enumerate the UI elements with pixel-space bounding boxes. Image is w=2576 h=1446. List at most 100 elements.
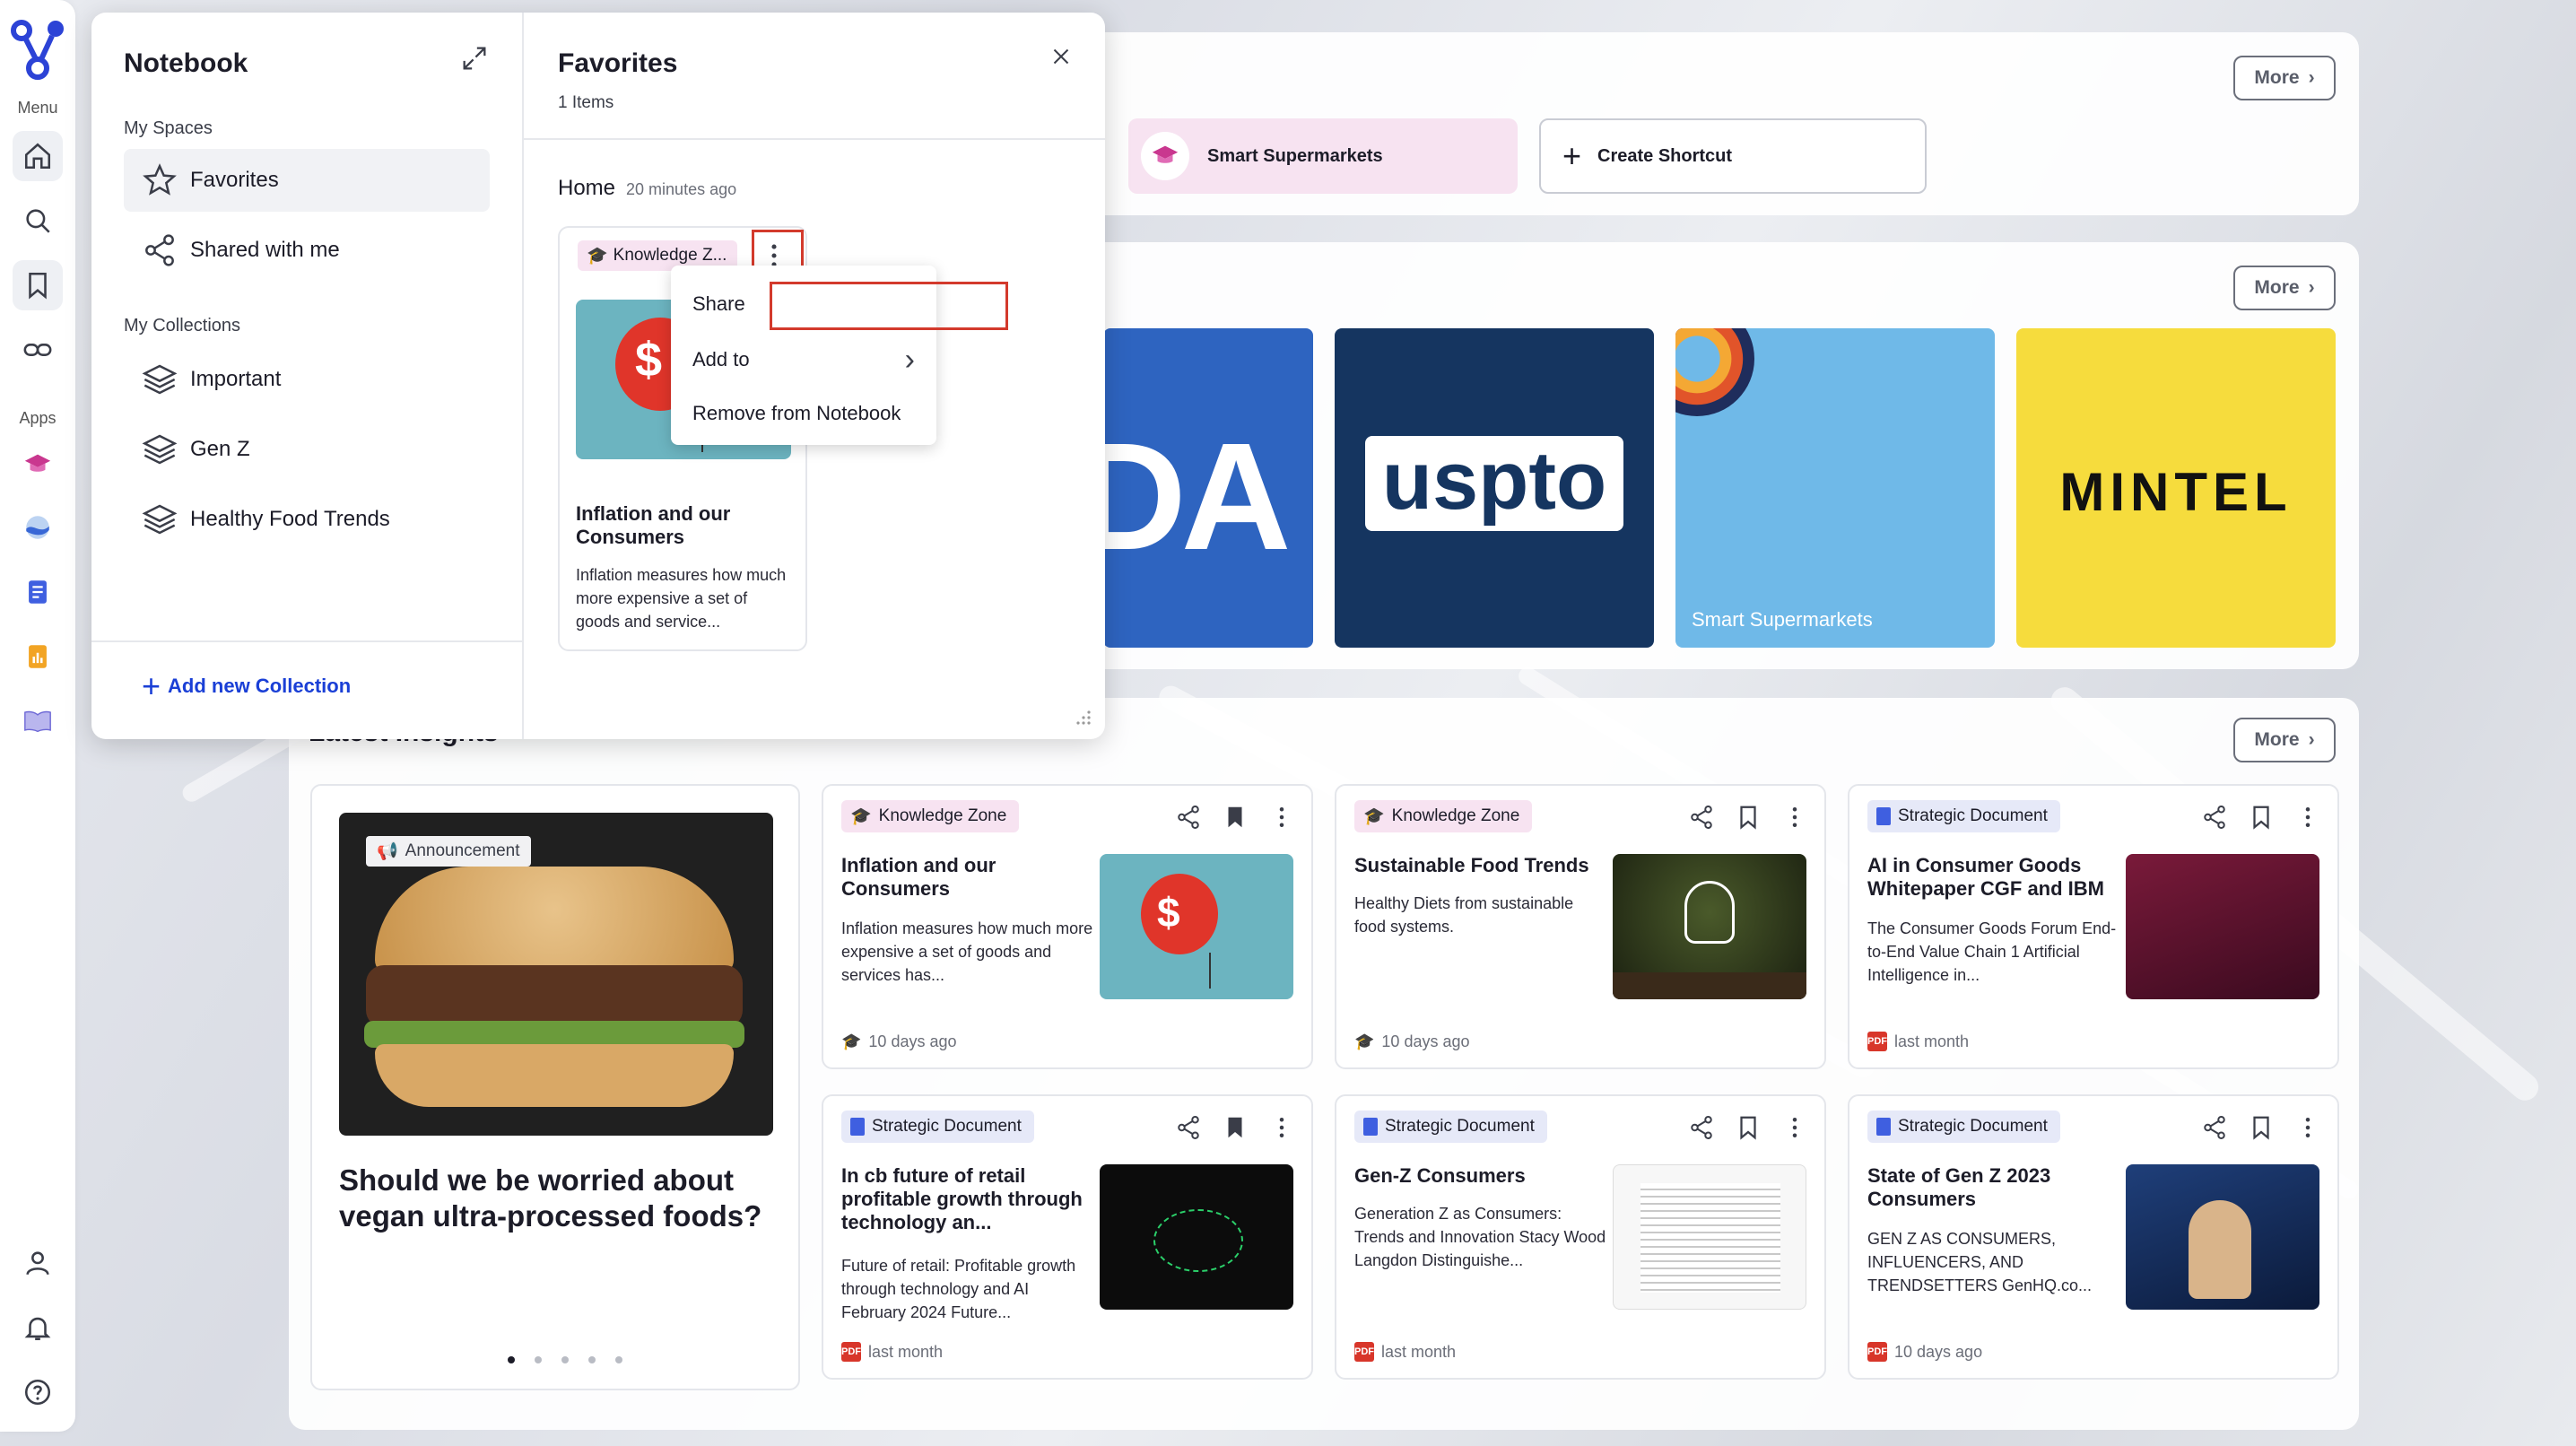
collection-healthy-food-trends[interactable]: Healthy Food Trends: [124, 488, 490, 551]
share-icon[interactable]: [1175, 804, 1202, 831]
graduation-cap-icon: 🎓: [850, 807, 872, 826]
chevron-right-icon: ›: [904, 342, 915, 377]
bookmark-filled-icon[interactable]: [1222, 804, 1249, 831]
expand-icon[interactable]: [459, 43, 490, 74]
carousel-dot[interactable]: [588, 1356, 596, 1363]
graduation-cap-icon: [24, 454, 51, 472]
close-icon[interactable]: [1048, 43, 1075, 70]
menu-remove-from-notebook[interactable]: Remove from Notebook: [676, 389, 931, 438]
share-icon[interactable]: [2201, 1114, 2228, 1141]
more-vertical-icon[interactable]: [1781, 1114, 1808, 1141]
card-description: GEN Z AS CONSUMERS, INFLUENCERS, AND TRE…: [1867, 1230, 2093, 1294]
group-header: Home 20 minutes ago: [558, 176, 736, 201]
space-label: Shared with me: [190, 238, 340, 262]
links-nav-button[interactable]: [13, 325, 63, 375]
app-logo-icon[interactable]: [9, 18, 66, 81]
more-vertical-icon[interactable]: [1268, 1114, 1295, 1141]
collection-label: Healthy Food Trends: [190, 507, 390, 531]
tag-label: Strategic Document: [1898, 806, 2048, 825]
more-vertical-icon[interactable]: [2294, 804, 2321, 831]
create-shortcut-label: Create Shortcut: [1597, 145, 1733, 166]
bookmark-icon[interactable]: [1735, 804, 1762, 831]
carousel-dot[interactable]: [535, 1356, 542, 1363]
more-vertical-icon[interactable]: [2294, 1114, 2321, 1141]
rainbow-logo-icon: [1675, 328, 1754, 416]
resize-handle-icon[interactable]: [1071, 705, 1092, 727]
help-nav-button[interactable]: [13, 1367, 63, 1417]
share-icon[interactable]: [1175, 1114, 1202, 1141]
bookmark-filled-icon[interactable]: [1222, 1114, 1249, 1141]
tile-label: DA: [1103, 412, 1292, 582]
source-tile-da[interactable]: DA: [1103, 328, 1313, 648]
graduation-cap-icon: 🎓: [1354, 1032, 1375, 1050]
share-icon[interactable]: [1688, 804, 1715, 831]
source-tile-uspto[interactable]: uspto: [1335, 328, 1654, 648]
collection-important[interactable]: Important: [124, 348, 490, 411]
knowledge-zone-app-button[interactable]: [13, 440, 63, 490]
tag-label: Knowledge Zone: [1391, 806, 1520, 825]
insight-card[interactable]: Strategic Document State of Gen Z 2023 C…: [1848, 1094, 2339, 1380]
megaphone-icon: 📢: [377, 842, 398, 861]
more-vertical-icon[interactable]: [1781, 804, 1808, 831]
chevron-right-icon: ›: [2308, 729, 2315, 750]
space-favorites[interactable]: Favorites: [124, 149, 490, 212]
share-icon[interactable]: [2201, 804, 2228, 831]
space-shared-with-me[interactable]: Shared with me: [124, 219, 490, 282]
source-tile-smart-supermarkets[interactable]: Smart Supermarkets: [1675, 328, 1995, 648]
carousel-dot[interactable]: [615, 1356, 622, 1363]
knowledge-zone-tag: 🎓 Knowledge Zone: [841, 800, 1020, 832]
insight-card[interactable]: Strategic Document Gen-Z Consumers Gener…: [1335, 1094, 1826, 1380]
reports-app-button[interactable]: [13, 632, 63, 682]
search-nav-button[interactable]: [13, 196, 63, 246]
document-icon: [1876, 1118, 1891, 1136]
notifications-nav-button[interactable]: [13, 1302, 63, 1353]
my-spaces-label: My Spaces: [124, 118, 213, 138]
card-description: Healthy Diets from sustainable food syst…: [1354, 894, 1574, 936]
insight-card[interactable]: Strategic Document In cb future of retai…: [822, 1094, 1313, 1380]
home-nav-button[interactable]: [13, 131, 63, 181]
gen-z-paper-thumbnail: [1613, 1164, 1806, 1310]
documents-app-button[interactable]: [13, 567, 63, 617]
insights-more-button[interactable]: More ›: [2233, 718, 2336, 762]
profile-nav-button[interactable]: [13, 1238, 63, 1288]
carousel-dot-active[interactable]: [508, 1356, 515, 1363]
source-tile-mintel[interactable]: MINTEL: [2016, 328, 2336, 648]
document-icon: [1876, 807, 1891, 825]
bookmark-icon[interactable]: [2248, 1114, 2275, 1141]
lightbulb-thumbnail: [1613, 854, 1806, 999]
bookmark-icon[interactable]: [1735, 1114, 1762, 1141]
favorites-count: 1 Items: [558, 93, 614, 112]
shortcuts-more-button[interactable]: More ›: [2233, 56, 2336, 100]
sources-more-button[interactable]: More ›: [2233, 266, 2336, 310]
collection-gen-z[interactable]: Gen Z: [124, 418, 490, 481]
star-icon: [143, 163, 177, 196]
menu-label: Remove from Notebook: [692, 402, 901, 424]
collection-label: Gen Z: [190, 437, 250, 461]
group-label: Home: [558, 176, 616, 200]
add-collection-button[interactable]: + Add new Collection: [142, 670, 351, 702]
graduation-cap-icon: [1141, 132, 1189, 180]
shortcut-smart-supermarkets[interactable]: Smart Supermarkets: [1128, 118, 1518, 194]
insight-card[interactable]: Strategic Document AI in Consumer Goods …: [1848, 784, 2339, 1069]
card-time: 10 days ago: [1894, 1342, 1983, 1361]
share-icon[interactable]: [1688, 1114, 1715, 1141]
tile-label: Smart Supermarkets: [1692, 608, 1873, 631]
bell-icon: [24, 1317, 51, 1341]
bookmark-icon: [29, 272, 47, 300]
tile-label: MINTEL: [2059, 462, 2293, 522]
notebook-nav-button[interactable]: [13, 260, 63, 310]
create-shortcut-button[interactable]: + Create Shortcut: [1539, 118, 1927, 194]
plus-icon: +: [1562, 137, 1582, 174]
bookmark-icon[interactable]: [2248, 804, 2275, 831]
wave-app-button[interactable]: [13, 502, 63, 553]
carousel-dot[interactable]: [561, 1356, 569, 1363]
announcement-card[interactable]: 📢 Announcement Should we be worried abou…: [310, 784, 800, 1390]
tag-label: Strategic Document: [872, 1117, 1022, 1136]
notebook-sidebar: Notebook My Spaces Favorites Shared with…: [91, 13, 524, 739]
card-time: last month: [1381, 1342, 1457, 1361]
library-app-button[interactable]: [13, 696, 63, 746]
insight-card[interactable]: 🎓 Knowledge Zone Sustainable Food Trends …: [1335, 784, 1826, 1069]
menu-add-to[interactable]: Add to ›: [676, 335, 931, 384]
more-vertical-icon[interactable]: [1268, 804, 1295, 831]
insight-card[interactable]: 🎓 Knowledge Zone Inflation and our Consum…: [822, 784, 1313, 1069]
